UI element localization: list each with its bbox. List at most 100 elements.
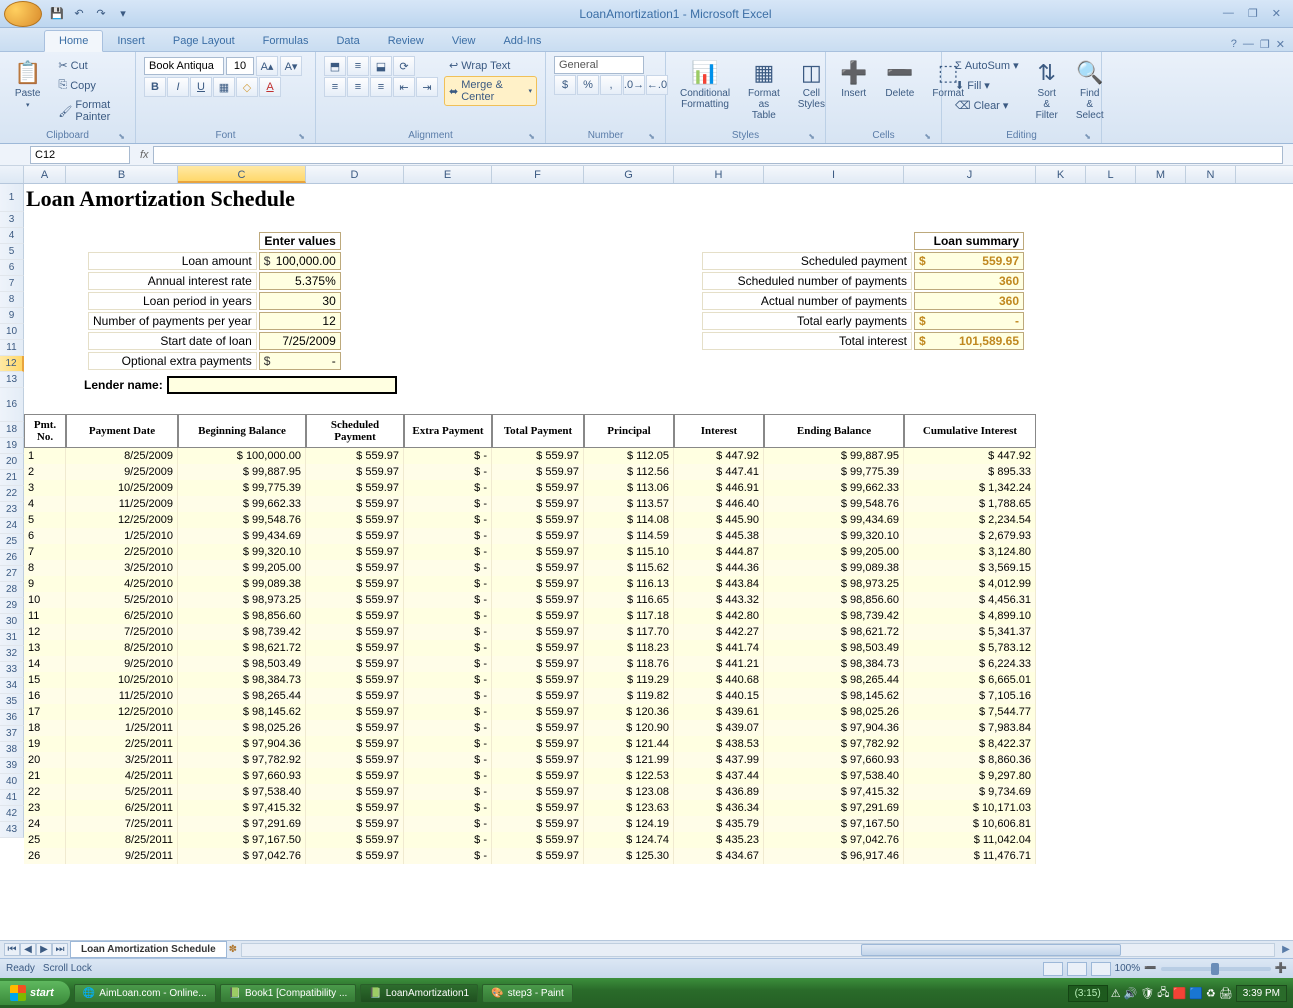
align-middle-button[interactable]: ≡ — [347, 56, 369, 76]
minimize-icon[interactable]: — — [1219, 7, 1238, 20]
row-header-5[interactable]: 5 — [0, 244, 24, 260]
row-header-34[interactable]: 34 — [0, 678, 24, 694]
tab-insert[interactable]: Insert — [103, 31, 159, 51]
input-value[interactable]: 7/25/2009 — [259, 332, 341, 350]
schedule-row[interactable]: 149/25/2010$ 98,503.49$ 559.97$ -$ 559.9… — [24, 656, 1036, 672]
shrink-font-button[interactable]: A▾ — [280, 56, 302, 76]
doc-restore-icon[interactable]: ❐ — [1260, 38, 1270, 51]
taskbar-clock[interactable]: 3:39 PM — [1236, 985, 1287, 1002]
name-box[interactable] — [30, 146, 130, 164]
schedule-row[interactable]: 72/25/2010$ 99,320.10$ 559.97$ -$ 559.97… — [24, 544, 1036, 560]
row-header-16[interactable]: 16 — [0, 388, 24, 422]
row-header-39[interactable]: 39 — [0, 758, 24, 774]
underline-button[interactable]: U — [190, 77, 212, 97]
tab-formulas[interactable]: Formulas — [249, 31, 323, 51]
input-value[interactable]: 30 — [259, 292, 341, 310]
bold-button[interactable]: B — [144, 77, 166, 97]
sheet-nav-prev[interactable]: ◀ — [20, 943, 36, 956]
row-header-8[interactable]: 8 — [0, 292, 24, 308]
view-layout-button[interactable] — [1067, 962, 1087, 976]
start-button[interactable]: start — [0, 981, 70, 1005]
schedule-row[interactable]: 512/25/2009$ 99,548.76$ 559.97$ -$ 559.9… — [24, 512, 1036, 528]
tab-data[interactable]: Data — [322, 31, 373, 51]
tab-page-layout[interactable]: Page Layout — [159, 31, 249, 51]
col-header-M[interactable]: M — [1136, 166, 1186, 183]
schedule-row[interactable]: 192/25/2011$ 97,904.36$ 559.97$ -$ 559.9… — [24, 736, 1036, 752]
input-value[interactable]: 12 — [259, 312, 341, 330]
sheet-nav-last[interactable]: ⏭ — [52, 943, 68, 956]
col-header-E[interactable]: E — [404, 166, 492, 183]
row-header-3[interactable]: 3 — [0, 212, 24, 228]
hscroll-right[interactable]: ▶ — [1279, 944, 1293, 955]
autosum-button[interactable]: Σ AutoSum ▾ — [950, 56, 1024, 75]
row-header-36[interactable]: 36 — [0, 710, 24, 726]
font-size-combo[interactable] — [226, 57, 254, 75]
col-header-D[interactable]: D — [306, 166, 404, 183]
align-top-button[interactable]: ⬒ — [324, 56, 346, 76]
schedule-row[interactable]: 411/25/2009$ 99,662.33$ 559.97$ -$ 559.9… — [24, 496, 1036, 512]
tray-network-icon[interactable]: 🖧 — [1157, 984, 1169, 1003]
input-value[interactable]: $100,000.00 — [259, 252, 341, 270]
row-header-41[interactable]: 41 — [0, 790, 24, 806]
col-header-H[interactable]: H — [674, 166, 764, 183]
row-header-31[interactable]: 31 — [0, 630, 24, 646]
sort-filter-button[interactable]: ⇅Sort & Filter — [1030, 56, 1064, 125]
insert-cells-button[interactable]: ➕Insert — [834, 56, 873, 103]
row-header-19[interactable]: 19 — [0, 438, 24, 454]
row-header-6[interactable]: 6 — [0, 260, 24, 276]
cut-button[interactable]: ✂Cut — [53, 56, 127, 75]
row-header-1[interactable]: 1 — [0, 184, 24, 212]
row-header-22[interactable]: 22 — [0, 486, 24, 502]
row-header-20[interactable]: 20 — [0, 454, 24, 470]
row-header-26[interactable]: 26 — [0, 550, 24, 566]
grow-font-button[interactable]: A▴ — [256, 56, 278, 76]
row-header-4[interactable]: 4 — [0, 228, 24, 244]
schedule-row[interactable]: 181/25/2011$ 98,025.26$ 559.97$ -$ 559.9… — [24, 720, 1036, 736]
sheet-tab-insert[interactable]: ✽ — [229, 944, 237, 955]
tray-icon-2[interactable]: 🟦 — [1189, 987, 1203, 1000]
office-button[interactable] — [4, 1, 42, 27]
schedule-row[interactable]: 310/25/2009$ 99,775.39$ 559.97$ -$ 559.9… — [24, 480, 1036, 496]
view-pagebreak-button[interactable] — [1091, 962, 1111, 976]
col-header-I[interactable]: I — [764, 166, 904, 183]
zoom-thumb[interactable] — [1211, 963, 1219, 975]
row-header-10[interactable]: 10 — [0, 324, 24, 340]
tray-icon-4[interactable]: 🖨 — [1219, 987, 1233, 1000]
comma-button[interactable]: , — [600, 75, 622, 95]
schedule-row[interactable]: 138/25/2010$ 98,621.72$ 559.97$ -$ 559.9… — [24, 640, 1036, 656]
italic-button[interactable]: I — [167, 77, 189, 97]
row-header-11[interactable]: 11 — [0, 340, 24, 356]
col-header-N[interactable]: N — [1186, 166, 1236, 183]
hscroll-thumb[interactable] — [861, 944, 1121, 956]
schedule-row[interactable]: 105/25/2010$ 98,973.25$ 559.97$ -$ 559.9… — [24, 592, 1036, 608]
align-right-button[interactable]: ≡ — [370, 77, 392, 97]
row-header-33[interactable]: 33 — [0, 662, 24, 678]
row-header-43[interactable]: 43 — [0, 822, 24, 838]
merge-center-button[interactable]: ⬌Merge & Center▾ — [444, 76, 537, 106]
schedule-row[interactable]: 127/25/2010$ 98,739.42$ 559.97$ -$ 559.9… — [24, 624, 1036, 640]
sheet-nav-first[interactable]: ⏮ — [4, 943, 20, 956]
col-header-A[interactable]: A — [24, 166, 66, 183]
input-value[interactable]: 5.375% — [259, 272, 341, 290]
tab-add-ins[interactable]: Add-Ins — [489, 31, 555, 51]
row-header-42[interactable]: 42 — [0, 806, 24, 822]
schedule-row[interactable]: 83/25/2010$ 99,205.00$ 559.97$ -$ 559.97… — [24, 560, 1036, 576]
paste-button[interactable]: 📋Paste▾ — [8, 56, 47, 113]
schedule-row[interactable]: 214/25/2011$ 97,660.93$ 559.97$ -$ 559.9… — [24, 768, 1036, 784]
row-header-37[interactable]: 37 — [0, 726, 24, 742]
zoom-out-button[interactable]: ➖ — [1144, 963, 1156, 974]
zoom-in-button[interactable]: ➕ — [1275, 963, 1287, 974]
schedule-row[interactable]: 61/25/2010$ 99,434.69$ 559.97$ -$ 559.97… — [24, 528, 1036, 544]
align-left-button[interactable]: ≡ — [324, 77, 346, 97]
col-header-G[interactable]: G — [584, 166, 674, 183]
undo-icon[interactable]: ↶ — [70, 5, 88, 23]
indent-dec-button[interactable]: ⇤ — [393, 77, 415, 97]
tray-icon-3[interactable]: ♻ — [1206, 987, 1216, 1000]
row-header-7[interactable]: 7 — [0, 276, 24, 292]
schedule-row[interactable]: 269/25/2011$ 97,042.76$ 559.97$ -$ 559.9… — [24, 848, 1036, 864]
schedule-row[interactable]: 94/25/2010$ 99,089.38$ 559.97$ -$ 559.97… — [24, 576, 1036, 592]
select-all-corner[interactable] — [0, 166, 24, 183]
schedule-row[interactable]: 1510/25/2010$ 98,384.73$ 559.97$ -$ 559.… — [24, 672, 1036, 688]
find-select-button[interactable]: 🔍Find & Select — [1070, 56, 1110, 125]
hscroll-track[interactable] — [241, 943, 1275, 957]
